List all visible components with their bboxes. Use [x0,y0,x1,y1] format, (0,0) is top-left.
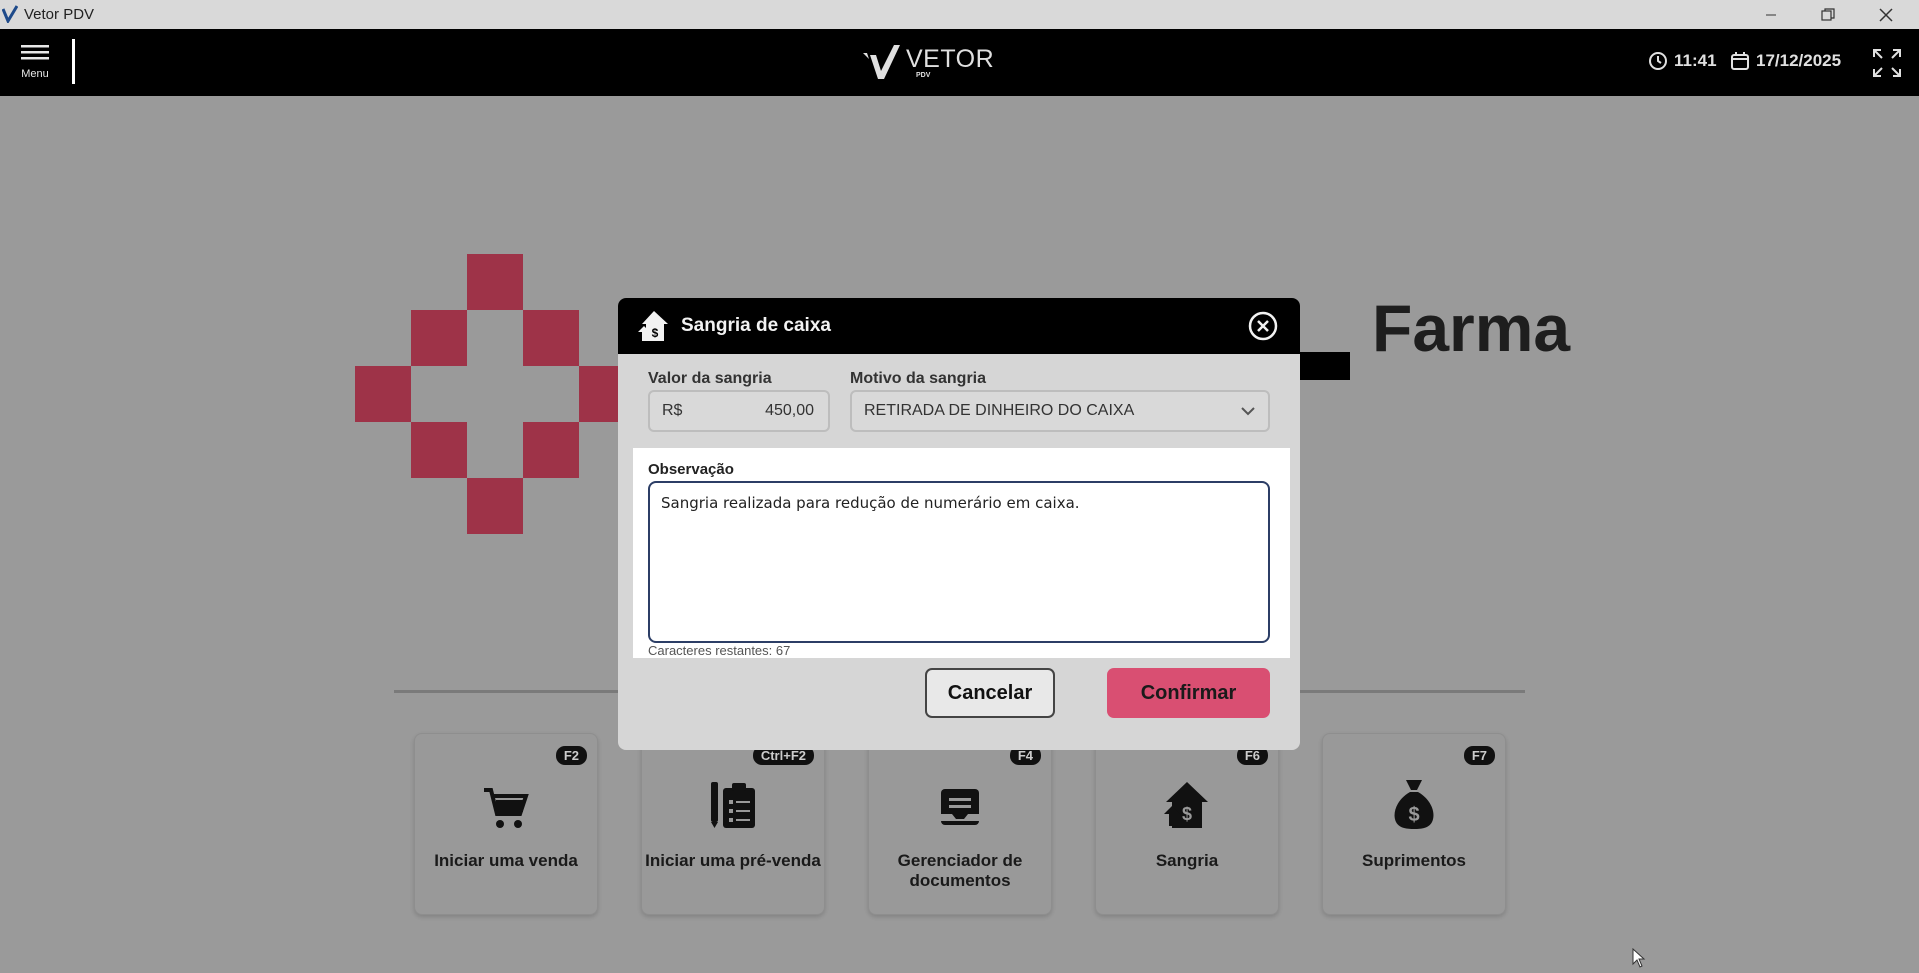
window-title: Vetor PDV [24,6,95,23]
dialog-close-icon[interactable] [1247,310,1279,342]
money-bag-icon: $ [1394,780,1434,829]
cancel-button[interactable]: Cancelar [925,668,1055,718]
window-close-button[interactable] [1863,0,1909,29]
restore-button[interactable] [1805,0,1851,29]
vetor-check-icon [863,45,900,79]
valor-label: Valor da sangria [648,370,772,387]
card-label: Suprimentos [1362,851,1466,870]
vetor-brand-word: VETOR [906,45,995,73]
motivo-select[interactable]: RETIRADA DE DINHEIRO DO CAIXA [850,390,1270,432]
time-text: 11:41 [1674,51,1717,70]
dialog-title: Sangria de caixa [681,315,831,336]
observacao-textarea[interactable]: Sangria realizada para redução de numerá… [648,481,1270,643]
date-text: 17/12/2025 [1756,51,1842,70]
app-logo-icon [2,5,18,23]
card-sangria[interactable]: F6 $ Sangria [1095,733,1279,915]
chevron-down-icon [1241,407,1255,416]
svg-text:$: $ [1408,804,1419,826]
cart-icon [484,788,529,828]
app-header: Menu VETOR PDV 11:41 17/12/2025 [0,29,1919,96]
card-label: Sangria [1155,851,1219,870]
document-icon [941,789,979,825]
calendar-icon [1731,52,1749,70]
sangria-dialog: $ Sangria de caixa Valor da sangria R$ M… [618,298,1300,750]
card-label: Iniciar uma venda [434,851,578,870]
observacao-label: Observação [648,461,734,478]
observacao-panel: Observação Sangria realizada para reduçã… [633,448,1290,658]
motivo-selected-value: RETIRADA DE DINHEIRO DO CAIXA [864,402,1135,419]
card-suprimentos[interactable]: F7 $ Suprimentos [1322,733,1506,915]
minimize-icon [1766,14,1776,15]
clock-icon [1649,52,1667,70]
confirm-button[interactable]: Confirmar [1107,668,1270,718]
header-divider [72,39,75,84]
card-gerenciador-documentos[interactable]: F4 Gerenciador de documentos [868,733,1052,915]
card-label: Gerenciador de documentos [897,851,1023,890]
minimize-button[interactable] [1748,0,1794,29]
card-iniciar-venda[interactable]: F2 Iniciar uma venda [414,733,598,915]
card-iniciar-pre-venda[interactable]: Ctrl+F2 Iniciar uma pré-venda [641,733,825,915]
currency-prefix: R$ [662,402,683,419]
valor-field[interactable]: R$ [648,390,830,432]
clipboard-pen-icon [711,782,755,828]
motivo-label: Motivo da sangria [850,370,987,387]
dialog-header: $ Sangria de caixa [618,298,1300,354]
valor-input[interactable] [682,401,816,421]
farma-brand-text: Farma [1372,291,1571,365]
shortcut-badge: F7 [1463,746,1495,765]
date: 17/12/2025 [1730,51,1841,71]
farma-cross-logo [355,254,635,534]
card-label: Iniciar uma pré-venda [645,851,821,870]
restore-icon [1821,7,1835,21]
svg-text:$: $ [1182,804,1192,824]
sangria-icon: $ [1164,782,1208,828]
hamburger-icon [21,45,49,60]
shortcut-badge: F2 [555,746,587,765]
window-titlebar: Vetor PDV [0,0,1919,29]
vetor-logo: VETOR PDV [860,43,994,83]
clock: 11:41 [1648,51,1717,71]
fullscreen-icon[interactable] [1872,48,1902,78]
menu-label: Menu [21,68,49,80]
mouse-cursor-icon [1632,948,1646,968]
menu-button[interactable]: Menu [14,43,56,85]
vetor-brand-sub: PDV [916,72,931,79]
svg-text:$: $ [652,326,659,340]
remaining-chars: Caracteres restantes: 67 [648,643,791,658]
close-icon [1879,7,1893,22]
sangria-icon: $ [638,311,668,341]
